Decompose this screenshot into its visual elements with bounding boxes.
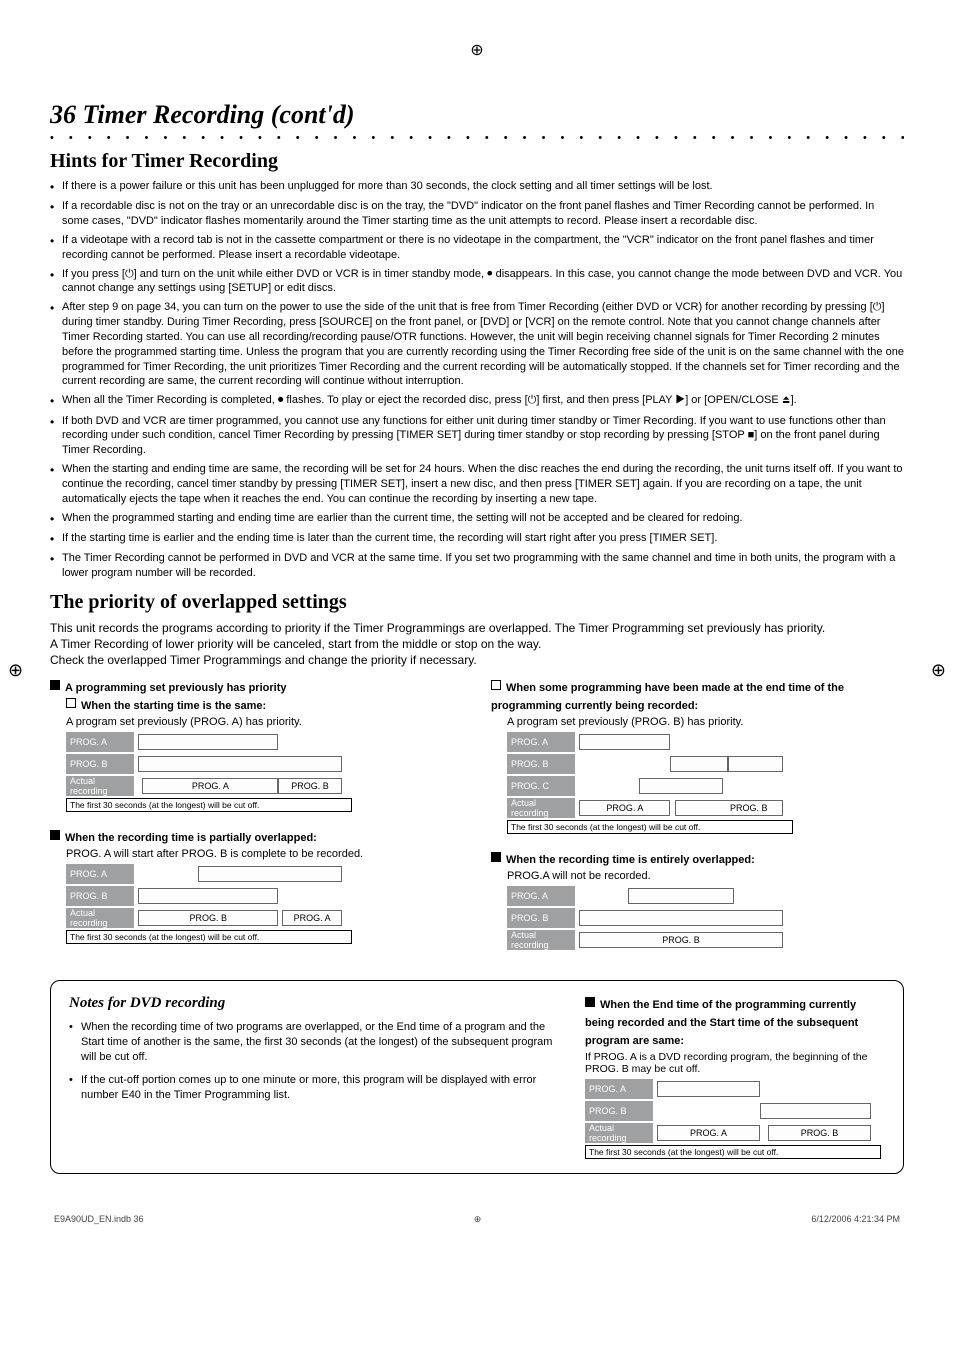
- footer-right: 6/12/2006 4:21:34 PM: [811, 1214, 900, 1225]
- case-partial-overlap: When the recording time is partially ove…: [50, 828, 463, 944]
- cutoff-note: The first 30 seconds (at the longest) wi…: [507, 820, 793, 834]
- hint-item: When all the Timer Recording is complete…: [50, 393, 904, 409]
- bullet-icon: [585, 997, 595, 1007]
- cutoff-note: The first 30 seconds (at the longest) wi…: [66, 930, 352, 944]
- case-entire-overlap: When the recording time is entirely over…: [491, 850, 904, 950]
- bullet-icon: [50, 830, 60, 840]
- hint-item: When the starting and ending time are sa…: [50, 462, 904, 507]
- hint-item: If you press [⏻] and turn on the unit wh…: [50, 267, 904, 297]
- notes-item: When the recording time of two programs …: [69, 1020, 561, 1065]
- bullet-hollow-icon: [66, 698, 76, 708]
- notes-box: Notes for DVD recording When the recordi…: [50, 980, 904, 1174]
- registration-mark-right: ⊕: [931, 660, 946, 681]
- priority-intro: This unit records the programs according…: [50, 620, 904, 669]
- hint-item: The Timer Recording cannot be performed …: [50, 551, 904, 581]
- diagram-made-end: PROG. A PROG. B PROG. C Actual recording…: [507, 732, 787, 818]
- case-previous-priority: A programming set previously has priorit…: [50, 678, 463, 812]
- registration-mark-bottom: ⊕: [474, 1214, 482, 1225]
- notes-title: Notes for DVD recording: [69, 995, 561, 1012]
- hint-item: If the starting time is earlier and the …: [50, 531, 904, 547]
- bullet-icon: [50, 680, 60, 690]
- page-title: 36 Timer Recording (cont'd): [50, 100, 904, 130]
- section-heading-priority: The priority of overlapped settings: [50, 591, 904, 614]
- page-footer: E9A90UD_EN.indb 36 ⊕ 6/12/2006 4:21:34 P…: [50, 1214, 904, 1225]
- hints-list: If there is a power failure or this unit…: [50, 179, 904, 581]
- registration-mark-top: ⊕: [50, 40, 904, 60]
- hint-item: When the programmed starting and ending …: [50, 511, 904, 527]
- diagram-same-start: PROG. A PROG. B Actual recording PROG. A…: [66, 732, 346, 796]
- bullet-icon: [491, 852, 501, 862]
- hint-item: If there is a power failure or this unit…: [50, 179, 904, 195]
- notes-list: When the recording time of two programs …: [69, 1020, 561, 1102]
- footer-left: E9A90UD_EN.indb 36: [54, 1214, 144, 1225]
- registration-mark-left: ⊕: [8, 660, 23, 681]
- notes-item: If the cut-off portion comes up to one m…: [69, 1073, 561, 1103]
- hint-item: After step 9 on page 34, you can turn on…: [50, 300, 904, 389]
- section-heading-hints: Hints for Timer Recording: [50, 150, 904, 173]
- bullet-hollow-icon: [491, 680, 501, 690]
- dotted-divider: • • • • • • • • • • • • • • • • • • • • …: [50, 132, 904, 144]
- diagram-notes-right: PROG. A PROG. B Actual recording PROG. A…: [585, 1079, 875, 1143]
- cutoff-note: The first 30 seconds (at the longest) wi…: [66, 798, 352, 812]
- hint-item: If a recordable disc is not on the tray …: [50, 199, 904, 229]
- cutoff-note: The first 30 seconds (at the longest) wi…: [585, 1145, 881, 1159]
- diagram-partial: PROG. A PROG. B Actual recording PROG. B…: [66, 864, 346, 928]
- hint-item: If a videotape with a record tab is not …: [50, 233, 904, 263]
- diagram-entire: PROG. A PROG. B Actual recording PROG. B: [507, 886, 787, 950]
- case-made-at-end: When some programming have been made at …: [491, 678, 904, 834]
- hint-item: If both DVD and VCR are timer programmed…: [50, 414, 904, 459]
